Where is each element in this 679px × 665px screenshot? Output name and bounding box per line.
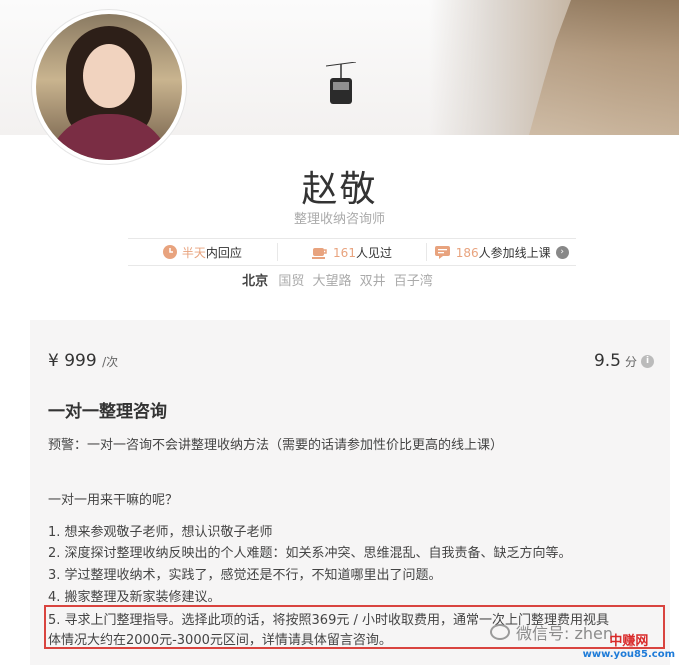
rating: 9.5 分 i — [594, 351, 654, 371]
stat-met-label: 人见过 — [355, 245, 392, 260]
stat-course[interactable]: 186人参加线上课 › — [427, 243, 576, 261]
rating-value: 9.5 — [593, 351, 621, 371]
list-item: 3. 学过整理收纳术，实践了，感觉还是不行，不知道哪里出了问题。 — [48, 568, 442, 583]
avatar — [32, 10, 186, 164]
chevron-right-icon[interactable]: › — [555, 245, 569, 259]
location-district: 百子湾 — [393, 274, 433, 289]
stat-course-label: 人参加线上课 — [478, 245, 551, 260]
stat-met: 161人见过 — [278, 243, 428, 261]
price-unit: /次 — [102, 355, 119, 369]
chat-icon — [434, 246, 450, 259]
list-item: 1. 想来参观敬子老师，想认识敬子老师 — [48, 525, 273, 540]
location-city: 北京 — [242, 274, 269, 289]
site-url: www.you85.com — [582, 649, 675, 660]
service-question: 一对一用来干嘛的呢？ — [48, 493, 179, 508]
list-item: 4. 搬家整理及新家装修建议。 — [48, 590, 221, 605]
site-name: 中赚网 — [609, 634, 649, 649]
stat-response: 半天内回应 — [128, 243, 278, 261]
location-district: 国贸 — [278, 274, 305, 289]
service-warning: 预警：一对一咨询不会讲整理收纳方法（需要的话请参加性价比更高的线上课） — [48, 438, 504, 453]
stats-bar: 半天内回应 161人见过 186人参加线上课 › — [128, 238, 576, 266]
wechat-icon — [490, 624, 510, 640]
stat-response-value: 半天 — [181, 245, 206, 260]
cup-icon — [312, 248, 327, 259]
clock-icon — [162, 245, 177, 259]
rating-unit: 分 — [624, 354, 637, 369]
location: 北京 国贸 大望路 双井 百子湾 — [0, 270, 679, 289]
consultant-name: 赵敬 — [301, 169, 378, 210]
service-title: 一对一整理咨询 — [48, 402, 167, 422]
list-item: 2. 深度探讨整理收纳反映出的个人难题：如关系冲突、思维混乱、自我责备、缺乏方向… — [48, 546, 572, 561]
info-icon[interactable]: i — [641, 354, 654, 368]
stat-course-value: 186 — [455, 245, 479, 260]
location-district: 双井 — [359, 274, 386, 289]
site-logo: 中赚网 www.you85.com — [583, 630, 675, 660]
stat-met-value: 161 — [333, 245, 356, 260]
stat-response-label: 内回应 — [205, 245, 242, 260]
consultant-title: 整理收纳咨询师 — [293, 212, 385, 227]
cable-car-icon — [326, 62, 356, 104]
location-district: 大望路 — [312, 274, 352, 289]
price-value: ¥ 999 — [48, 351, 97, 371]
price: ¥ 999 /次 — [48, 351, 118, 371]
